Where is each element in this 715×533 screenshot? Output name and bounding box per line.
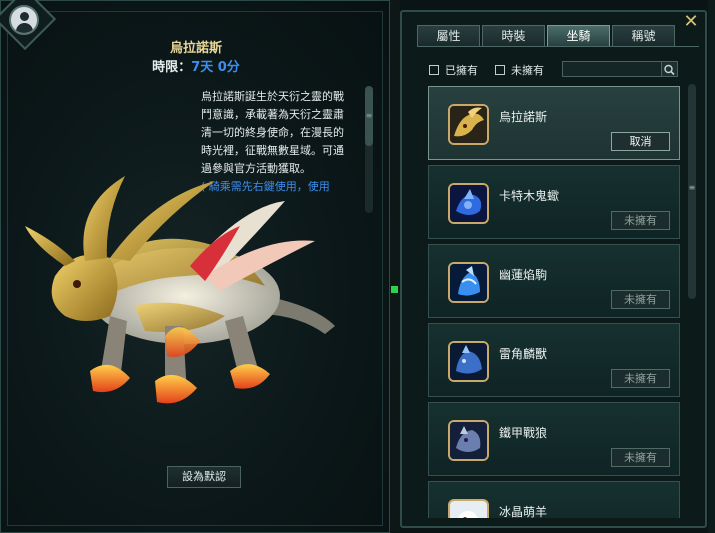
mount-preview-image — [25, 176, 335, 404]
tab-mounts[interactable]: 坐騎 — [547, 25, 610, 46]
search-icon[interactable] — [661, 62, 677, 76]
time-limit-label: 時限： — [152, 60, 192, 75]
search-field[interactable] — [562, 61, 678, 77]
mount-list-scrollbar[interactable]: ≡ — [688, 84, 696, 299]
mount-name: 幽蓮焰駒 — [499, 268, 548, 282]
mount-item[interactable]: 冰晶萌羊 — [428, 481, 680, 518]
search-input[interactable] — [565, 63, 659, 75]
grip-icon: ≡ — [365, 111, 373, 120]
mount-thumbnail — [448, 499, 489, 518]
grip-icon: ≡ — [688, 183, 696, 192]
mount-thumbnail — [448, 104, 489, 145]
close-icon[interactable]: ✕ — [683, 13, 699, 31]
mount-title: 烏拉諾斯 — [169, 41, 222, 56]
mount-name: 雷角麟獸 — [499, 347, 548, 361]
screen-edge — [708, 0, 715, 533]
filter-owned[interactable]: 已擁有 — [429, 62, 478, 78]
tab-fashion[interactable]: 時裝 — [482, 25, 545, 46]
not-owned-badge: 未擁有 — [611, 290, 670, 309]
mount-item[interactable]: 烏拉諾斯 取消 — [428, 86, 680, 160]
owned-label: 已擁有 — [445, 64, 478, 77]
description-scrollbar[interactable]: ≡ — [365, 86, 373, 213]
not-owned-checkbox[interactable] — [495, 65, 505, 75]
mount-name: 鐵甲戰狼 — [499, 426, 548, 440]
owned-checkbox[interactable] — [429, 65, 439, 75]
mount-item[interactable]: 幽蓮焰駒 未擁有 — [428, 244, 680, 318]
set-default-button[interactable]: 設為默認 — [167, 466, 241, 488]
mount-item[interactable]: 鐵甲戰狼 未擁有 — [428, 402, 680, 476]
mount-thumbnail — [448, 183, 489, 224]
cancel-button[interactable]: 取消 — [611, 132, 670, 151]
time-limit: 時限：7天 0分 — [1, 56, 391, 75]
tab-attributes[interactable]: 屬性 — [417, 25, 480, 46]
avatar-icon[interactable] — [9, 5, 39, 35]
mount-name: 卡特木鬼蠍 — [499, 189, 560, 203]
mount-thumbnail — [448, 420, 489, 461]
status-indicator — [391, 286, 398, 293]
mount-item[interactable]: 雷角麟獸 未擁有 — [428, 323, 680, 397]
mount-name: 烏拉諾斯 — [499, 110, 548, 124]
mount-item[interactable]: 卡特木鬼蠍 未擁有 — [428, 165, 680, 239]
mount-name: 冰晶萌羊 — [499, 505, 548, 518]
filter-not-owned[interactable]: 未擁有 — [495, 62, 544, 78]
not-owned-badge: 未擁有 — [611, 369, 670, 388]
panel-divider — [390, 0, 400, 533]
mount-list[interactable]: 烏拉諾斯 取消 卡特木鬼蠍 未擁有 幽蓮焰駒 未擁有 雷角麟獸 未擁有 鐵甲戰狼… — [428, 84, 684, 518]
description-text: 烏拉諾斯誕生於天衍之靈的戰鬥意識，承載著為天衍之靈肅清一切的終身使命，在漫長的時… — [201, 90, 344, 175]
mount-detail-panel: 烏拉諾斯 時限：7天 0分 烏拉諾斯誕生於天衍之靈的戰鬥意識，承載著為天衍之靈肅… — [0, 0, 390, 533]
not-owned-label: 未擁有 — [511, 64, 544, 77]
not-owned-badge: 未擁有 — [611, 448, 670, 467]
mount-thumbnail — [448, 262, 489, 303]
time-limit-value: 7天 0分 — [191, 60, 240, 75]
tab-underline — [417, 46, 699, 47]
not-owned-badge: 未擁有 — [611, 211, 670, 230]
mount-thumbnail — [448, 341, 489, 382]
tab-titles[interactable]: 稱號 — [612, 25, 675, 46]
